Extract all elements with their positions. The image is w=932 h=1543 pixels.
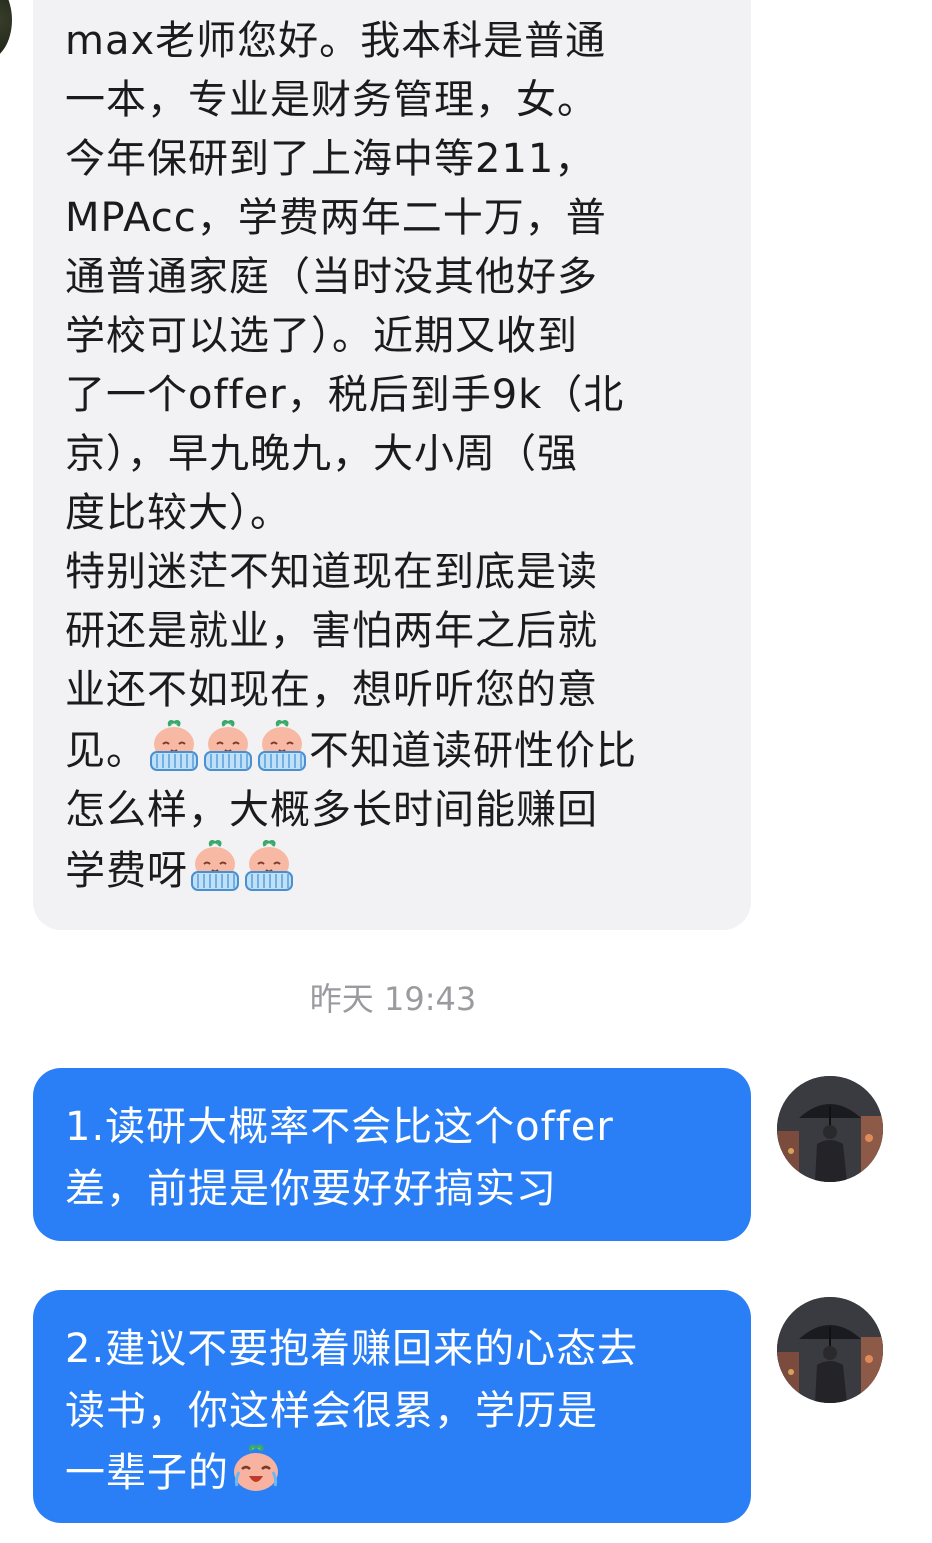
message-line: 研还是就业，害怕两年之后就	[65, 608, 598, 654]
message-line: 一本，专业是财务管理，女。	[65, 77, 598, 123]
peer-avatar[interactable]	[0, 0, 12, 60]
message-line: 今年保研到了上海中等211，	[65, 136, 596, 182]
message-text: 学费呀	[65, 848, 188, 894]
message-line-with-emoji: 学费呀	[65, 840, 721, 901]
message-timestamp: 昨天 19:43	[309, 980, 477, 1018]
crying-peach-emoji	[242, 840, 296, 892]
message-line: 京），早九晚九，大小周（强	[65, 431, 578, 477]
outgoing-message-bubble[interactable]: 1.读研大概率不会比这个offer 差，前提是你要好好搞实习	[33, 1068, 751, 1241]
message-line: 通普通家庭（当时没其他好多	[65, 254, 598, 300]
message-line: 学校可以选了）。近期又收到	[65, 313, 578, 359]
message-text: 见。	[65, 728, 147, 774]
message-line: 读书，你这样会很累，学历是	[65, 1388, 598, 1434]
incoming-message-bubble[interactable]: max老师您好。我本科是普通 一本，专业是财务管理，女。 今年保研到了上海中等2…	[33, 0, 751, 930]
message-line: 差，前提是你要好好搞实习	[65, 1166, 557, 1212]
message-line: 特别迷茫不知道现在到底是读	[65, 549, 598, 595]
crying-peach-emoji	[201, 720, 255, 772]
laughing-crying-peach-emoji	[229, 1442, 283, 1494]
crying-peach-emoji	[188, 840, 242, 892]
message-text: 不知道读研性价比	[309, 728, 637, 774]
message-line: 度比较大）。	[65, 490, 291, 536]
message-line: 业还不如现在，想听听您的意	[65, 667, 598, 713]
message-line: 怎么样，大概多长时间能赚回	[65, 787, 598, 833]
crying-peach-emoji	[147, 720, 201, 772]
chat-screen: max老师您好。我本科是普通 一本，专业是财务管理，女。 今年保研到了上海中等2…	[0, 0, 932, 1543]
message-line: max老师您好。我本科是普通	[65, 18, 607, 64]
message-text: 一辈子的	[65, 1450, 229, 1496]
message-line: 2.建议不要抱着赚回来的心态去	[65, 1326, 639, 1372]
message-line-with-emoji: 见。 不知道读研性价比	[65, 720, 721, 781]
message-line-with-emoji: 一辈子的	[65, 1442, 721, 1504]
message-line: MPAcc，学费两年二十万，普	[65, 195, 607, 241]
crying-peach-emoji	[255, 720, 309, 772]
self-avatar[interactable]	[777, 1297, 883, 1403]
message-line: 了一个offer，税后到手9k（北	[65, 372, 625, 418]
self-avatar[interactable]	[777, 1076, 883, 1182]
message-line: 1.读研大概率不会比这个offer	[65, 1104, 614, 1150]
outgoing-message-bubble[interactable]: 2.建议不要抱着赚回来的心态去 读书，你这样会很累，学历是 一辈子的	[33, 1290, 751, 1523]
